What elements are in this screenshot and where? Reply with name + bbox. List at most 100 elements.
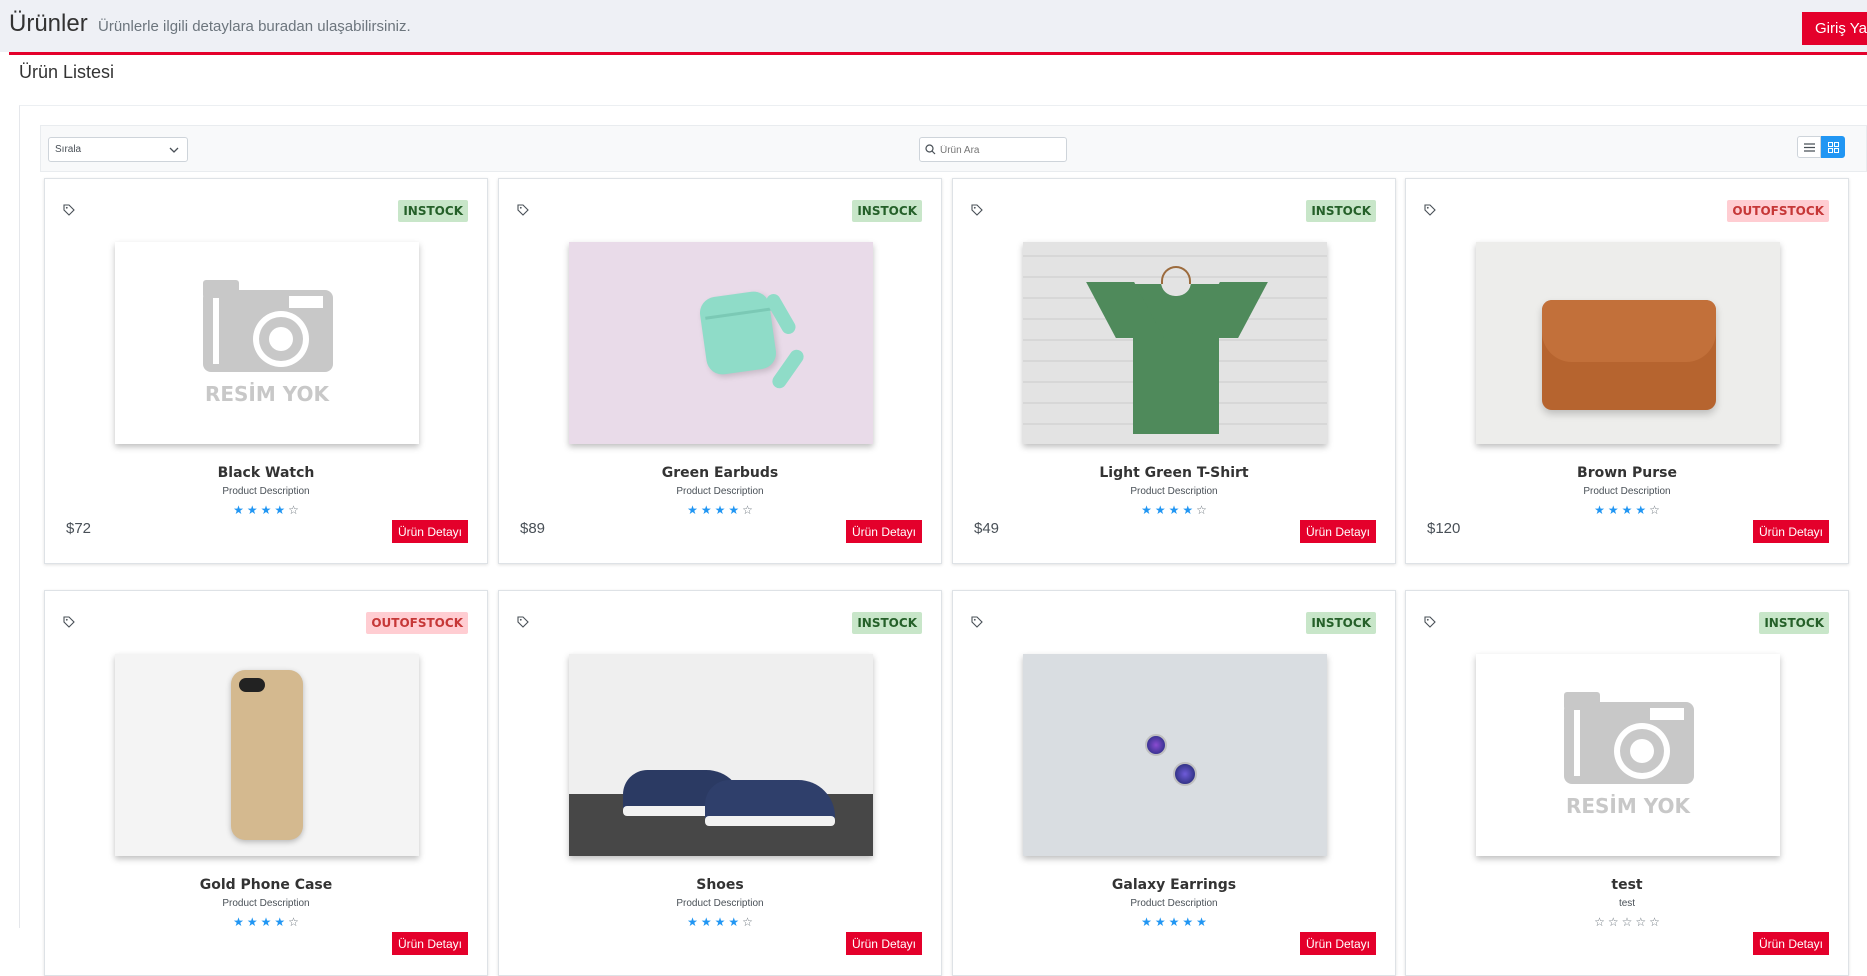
star-filled-icon[interactable]: ★ <box>261 915 272 929</box>
product-rating[interactable]: ☆ ☆ ☆ ☆ ☆ <box>1406 915 1848 929</box>
purse-image <box>1476 242 1780 444</box>
product-detail-button[interactable]: Ürün Detayı <box>845 932 922 955</box>
star-filled-icon[interactable]: ★ <box>274 915 285 929</box>
star-filled-icon[interactable]: ★ <box>274 503 285 517</box>
product-rating[interactable]: ★ ★ ★ ★ ☆ <box>45 503 487 517</box>
star-empty-icon[interactable]: ☆ <box>1622 915 1633 929</box>
product-detail-button[interactable]: Ürün Detayı <box>391 932 468 955</box>
product-description: test <box>1618 898 1636 909</box>
grid-view-button[interactable] <box>1821 136 1845 158</box>
star-filled-icon[interactable]: ★ <box>1182 915 1193 929</box>
no-image-text: RESİM YOK <box>1565 794 1691 818</box>
search-icon <box>925 144 936 155</box>
product-name: Light Green T-Shirt <box>1099 465 1249 481</box>
product-rating[interactable]: ★ ★ ★ ★ ☆ <box>1406 503 1848 517</box>
search-input[interactable] <box>940 142 1060 158</box>
product-rating[interactable]: ★ ★ ★ ★ ☆ <box>45 915 487 929</box>
search-box[interactable] <box>919 137 1067 162</box>
star-empty-icon[interactable]: ☆ <box>1608 915 1619 929</box>
star-empty-icon[interactable]: ☆ <box>1635 915 1646 929</box>
star-filled-icon[interactable]: ★ <box>1608 503 1619 517</box>
star-filled-icon[interactable]: ★ <box>687 503 698 517</box>
star-filled-icon[interactable]: ★ <box>1155 503 1166 517</box>
star-filled-icon[interactable]: ★ <box>1155 915 1166 929</box>
status-badge: INSTOCK <box>852 612 922 634</box>
star-empty-icon[interactable]: ☆ <box>288 915 299 929</box>
product-detail-button[interactable]: Ürün Detayı <box>1752 932 1829 955</box>
status-badge: INSTOCK <box>1759 612 1829 634</box>
star-filled-icon[interactable]: ★ <box>1169 915 1180 929</box>
star-filled-icon[interactable]: ★ <box>233 915 244 929</box>
product-name: Green Earbuds <box>661 465 779 481</box>
tag-icon <box>1424 616 1436 628</box>
status-badge: INSTOCK <box>1306 200 1376 222</box>
star-filled-icon[interactable]: ★ <box>1635 503 1646 517</box>
product-description: Product Description <box>1583 486 1671 497</box>
product-description: Product Description <box>1130 898 1218 909</box>
product-name: test <box>1611 877 1643 893</box>
star-empty-icon[interactable]: ☆ <box>742 915 753 929</box>
star-filled-icon[interactable]: ★ <box>715 503 726 517</box>
product-price: $120 <box>1427 520 1461 537</box>
chevron-down-icon <box>169 147 179 153</box>
star-filled-icon[interactable]: ★ <box>1141 503 1152 517</box>
star-filled-icon[interactable]: ★ <box>1622 503 1633 517</box>
product-image <box>569 654 873 856</box>
product-price: $72 <box>66 520 92 537</box>
product-image <box>569 242 873 444</box>
product-name: Brown Purse <box>1577 465 1677 481</box>
star-empty-icon[interactable]: ☆ <box>1594 915 1605 929</box>
star-filled-icon[interactable]: ★ <box>701 915 712 929</box>
star-filled-icon[interactable]: ★ <box>687 915 698 929</box>
product-detail-button[interactable]: Ürün Detayı <box>845 520 922 543</box>
product-rating[interactable]: ★ ★ ★ ★ ☆ <box>499 915 941 929</box>
product-image <box>1023 242 1327 444</box>
status-badge: INSTOCK <box>1306 612 1376 634</box>
star-filled-icon[interactable]: ★ <box>1182 503 1193 517</box>
product-detail-button[interactable]: Ürün Detayı <box>391 520 468 543</box>
star-filled-icon[interactable]: ★ <box>261 503 272 517</box>
status-badge: OUTOFSTOCK <box>1727 200 1829 222</box>
tag-icon <box>971 204 983 216</box>
product-rating[interactable]: ★ ★ ★ ★ ☆ <box>953 503 1395 517</box>
star-filled-icon[interactable]: ★ <box>701 503 712 517</box>
star-empty-icon[interactable]: ☆ <box>288 503 299 517</box>
earbuds-image <box>569 242 873 444</box>
star-empty-icon[interactable]: ☆ <box>1649 503 1660 517</box>
login-button[interactable]: Giriş Yap <box>1802 12 1867 45</box>
view-toggle <box>1797 136 1845 158</box>
tag-icon <box>971 616 983 628</box>
star-filled-icon[interactable]: ★ <box>247 503 258 517</box>
sort-dropdown-label: Sırala <box>55 144 82 155</box>
page-subtitle: Ürünlerle ilgili detaylara buradan ulaşa… <box>98 18 411 35</box>
product-detail-button[interactable]: Ürün Detayı <box>1299 520 1376 543</box>
product-rating[interactable]: ★ ★ ★ ★ ★ <box>953 915 1395 929</box>
star-filled-icon[interactable]: ★ <box>715 915 726 929</box>
page-title: Ürünler <box>9 10 88 37</box>
list-view-button[interactable] <box>1797 136 1821 158</box>
star-empty-icon[interactable]: ☆ <box>1196 503 1207 517</box>
grid-icon <box>1827 141 1839 153</box>
tag-icon <box>517 204 529 216</box>
tshirt-image <box>1023 242 1327 444</box>
product-name: Shoes <box>696 877 744 893</box>
product-card: INSTOCK Shoes Product Description ★ ★ ★ ★ ☆ … <box>498 590 942 976</box>
star-empty-icon[interactable]: ☆ <box>742 503 753 517</box>
star-filled-icon[interactable]: ★ <box>247 915 258 929</box>
product-name: Galaxy Earrings <box>1111 877 1237 893</box>
product-detail-button[interactable]: Ürün Detayı <box>1752 520 1829 543</box>
status-badge: INSTOCK <box>398 200 468 222</box>
star-empty-icon[interactable]: ☆ <box>1649 915 1660 929</box>
product-rating[interactable]: ★ ★ ★ ★ ☆ <box>499 503 941 517</box>
header-divider <box>9 52 1867 55</box>
product-detail-button[interactable]: Ürün Detayı <box>1299 932 1376 955</box>
star-filled-icon[interactable]: ★ <box>1141 915 1152 929</box>
sort-dropdown[interactable]: Sırala <box>48 137 188 162</box>
star-filled-icon[interactable]: ★ <box>1196 915 1207 929</box>
star-filled-icon[interactable]: ★ <box>1594 503 1605 517</box>
star-filled-icon[interactable]: ★ <box>233 503 244 517</box>
star-filled-icon[interactable]: ★ <box>728 915 739 929</box>
star-filled-icon[interactable]: ★ <box>1169 503 1180 517</box>
tag-icon <box>517 616 529 628</box>
star-filled-icon[interactable]: ★ <box>728 503 739 517</box>
